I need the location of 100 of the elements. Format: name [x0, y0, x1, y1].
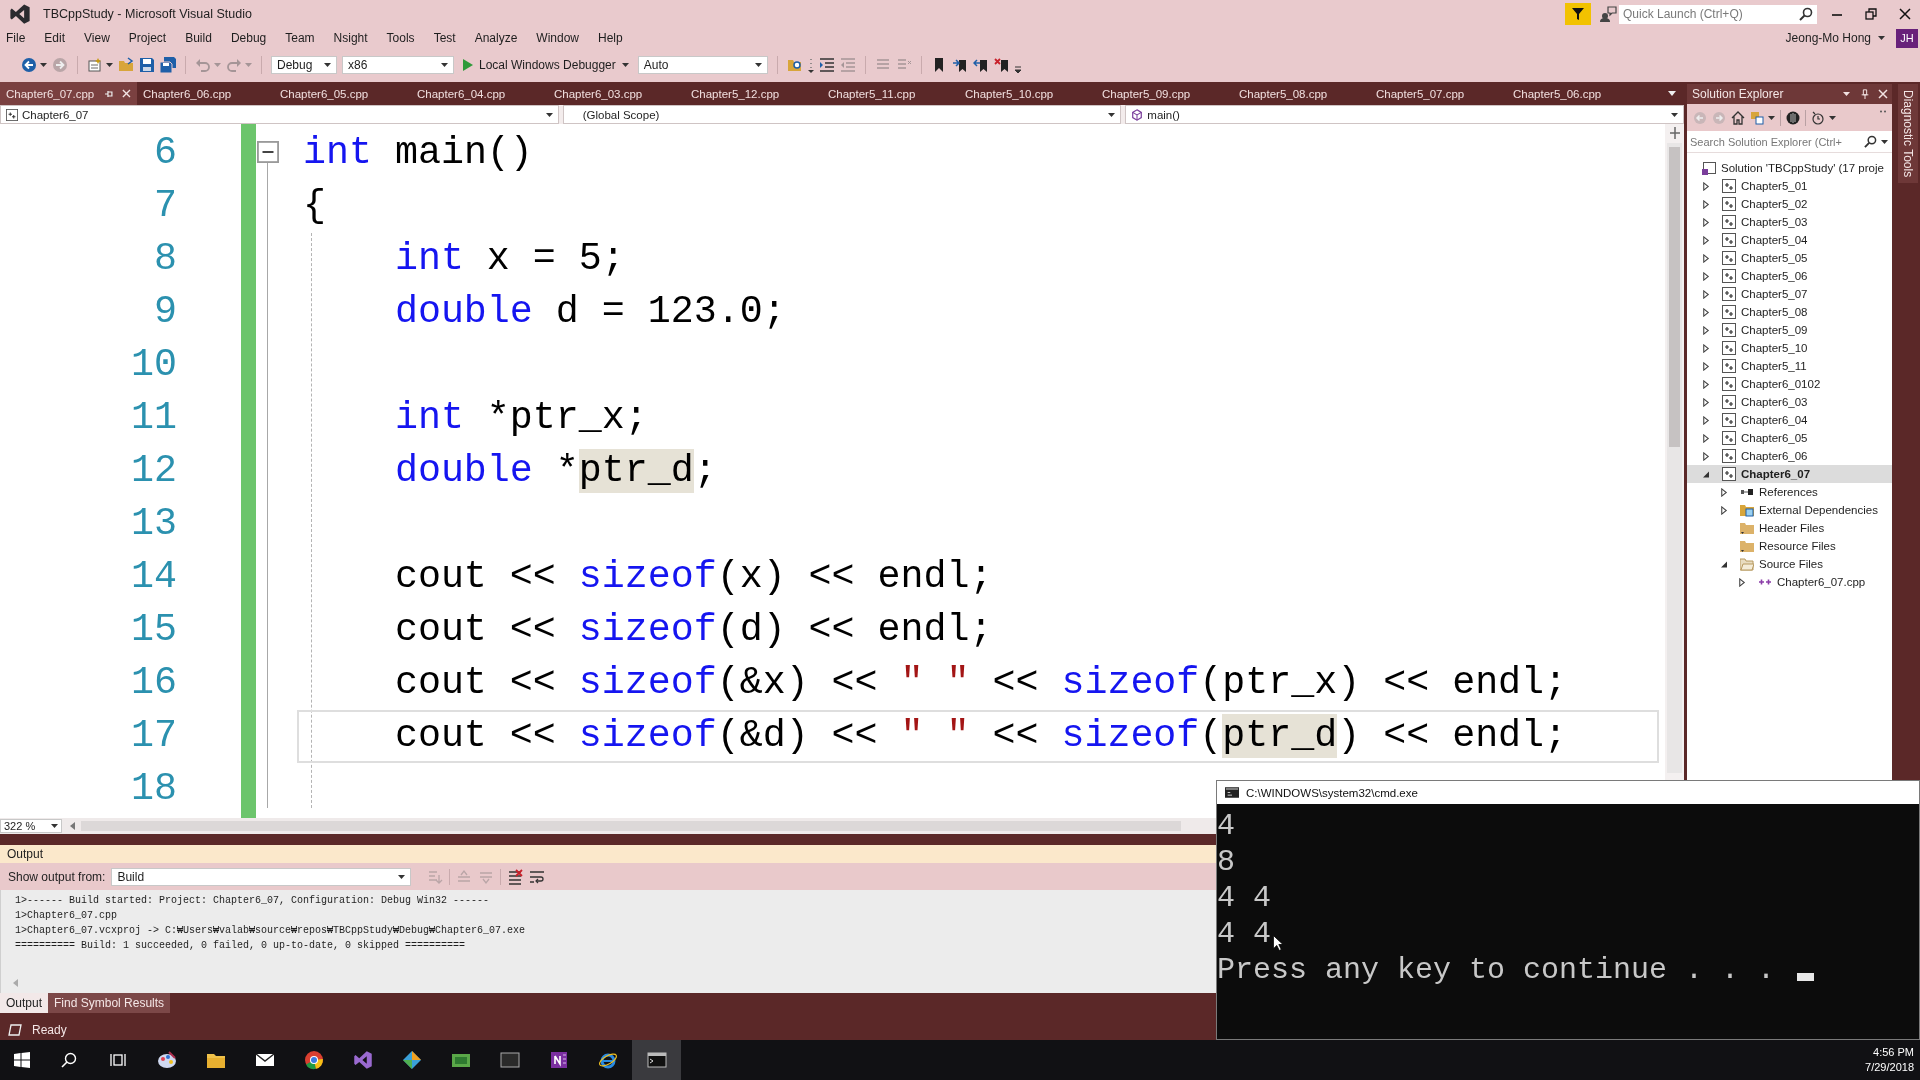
collapsed-arrow-icon[interactable] [1720, 487, 1728, 497]
collapsed-arrow-icon[interactable] [1702, 451, 1710, 461]
close-icon[interactable] [1899, 8, 1911, 20]
tree-item[interactable]: Chapter5_11 [1687, 357, 1892, 375]
caret-icon[interactable] [51, 824, 58, 828]
tree-item[interactable]: Chapter5_09 [1687, 321, 1892, 339]
output-source-dropdown[interactable]: Build [111, 867, 412, 886]
caret-icon[interactable] [398, 874, 406, 879]
menu-item[interactable]: Project [128, 31, 167, 45]
caret-icon[interactable] [754, 63, 762, 67]
tree-item[interactable]: Chapter5_10 [1687, 339, 1892, 357]
ribbon-logo-icon[interactable] [352, 1050, 373, 1070]
caret-icon[interactable] [1671, 112, 1678, 117]
terminal-icon[interactable] [646, 1050, 667, 1070]
panel-tab[interactable]: Output [0, 993, 49, 1013]
menu-item[interactable]: Nsight [333, 31, 368, 45]
indent-icon[interactable] [818, 57, 835, 73]
clock-icon[interactable] [1811, 110, 1825, 125]
tree-item[interactable]: Chapter6_07.cpp [1687, 573, 1892, 591]
task-view-icon[interactable] [109, 1052, 126, 1068]
caret-icon[interactable] [1108, 112, 1116, 117]
collapsed-arrow-icon[interactable] [1702, 181, 1710, 191]
notebook-icon[interactable] [548, 1050, 569, 1070]
feedback-icon[interactable] [1599, 6, 1617, 22]
menu-item[interactable]: File [6, 31, 26, 45]
collapsed-arrow-icon[interactable] [1702, 199, 1710, 209]
panel-tab[interactable]: Find Symbol Results [48, 993, 171, 1013]
tree-item[interactable]: Chapter5_02 [1687, 195, 1892, 213]
switch-views-icon[interactable] [1750, 110, 1764, 125]
caret-icon[interactable] [324, 63, 331, 67]
menu-item[interactable]: Test [433, 31, 456, 45]
tree-item[interactable]: Chapter5_08 [1687, 303, 1892, 321]
menu-item[interactable]: Team [285, 31, 315, 45]
menu-item[interactable]: Debug [230, 31, 267, 45]
project-dropdown[interactable]: Chapter6_07 [0, 105, 559, 124]
document-tab[interactable]: Chapter5_12.cpp [685, 82, 822, 105]
collapsed-arrow-icon[interactable] [1702, 361, 1710, 371]
collapsed-arrow-icon[interactable] [1702, 379, 1710, 389]
collapsed-arrow-icon[interactable] [1702, 235, 1710, 245]
monitor-icon[interactable] [499, 1050, 520, 1070]
taskbar-button[interactable] [632, 1040, 681, 1080]
find-in-files-icon[interactable] [786, 57, 803, 73]
tree-item[interactable]: Chapter5_03 [1687, 213, 1892, 231]
start-debugging-button[interactable]: Local Windows Debugger [459, 55, 633, 75]
caret-icon[interactable] [441, 63, 448, 67]
overflow-icon[interactable] [807, 57, 814, 73]
collapsed-arrow-icon[interactable] [1702, 289, 1710, 299]
tree-item[interactable]: Solution 'TBCppStudy' (17 proje [1687, 159, 1892, 177]
expanded-arrow-icon[interactable] [1702, 469, 1710, 479]
menu-item[interactable]: Edit [44, 31, 66, 45]
document-tab[interactable]: Chapter6_04.cpp [411, 82, 548, 105]
tree-item[interactable]: Chapter5_06 [1687, 267, 1892, 285]
funnel-icon[interactable] [1565, 3, 1591, 25]
orbit-logo-icon[interactable] [597, 1050, 618, 1070]
menu-item[interactable]: Help [598, 31, 623, 45]
member-dropdown[interactable]: main() [1125, 105, 1684, 124]
document-tab[interactable]: Chapter6_06.cpp [137, 82, 274, 105]
next-bookmark-icon[interactable] [951, 57, 968, 73]
tree-item[interactable]: Chapter6_07 [1687, 465, 1892, 483]
caret-icon[interactable] [40, 63, 47, 67]
tree-item[interactable]: Header Files [1687, 519, 1892, 537]
user-name[interactable]: Jeong-Mo Hong [1785, 31, 1871, 45]
caret-icon[interactable] [1843, 92, 1850, 96]
tree-item[interactable]: Source Files [1687, 555, 1892, 573]
round-logo-icon[interactable] [303, 1050, 324, 1070]
collapsed-arrow-icon[interactable] [1702, 343, 1710, 353]
split-icon[interactable] [1668, 127, 1681, 139]
tree-item[interactable]: Chapter5_01 [1687, 177, 1892, 195]
document-tab[interactable]: Chapter5_06.cpp [1507, 82, 1644, 105]
clear-bookmarks-icon[interactable] [993, 57, 1010, 73]
document-tab[interactable]: Chapter6_05.cpp [274, 82, 411, 105]
mode-dropdown[interactable]: Auto [637, 56, 768, 74]
collapsed-arrow-icon[interactable] [1702, 325, 1710, 335]
caret-icon[interactable] [1878, 36, 1885, 40]
menu-item[interactable]: Window [536, 31, 580, 45]
platform-dropdown[interactable]: x86 [342, 56, 454, 74]
document-tab[interactable]: Chapter5_11.cpp [822, 82, 959, 105]
caret-icon[interactable] [1768, 115, 1775, 120]
account-initials[interactable]: JH [1896, 28, 1918, 48]
menu-item[interactable]: Build [185, 31, 212, 45]
tree-item[interactable]: Chapter5_04 [1687, 231, 1892, 249]
save-icon[interactable] [139, 57, 155, 73]
document-tab[interactable]: Chapter5_09.cpp [1096, 82, 1233, 105]
caret-icon[interactable] [1881, 139, 1888, 144]
search-icon[interactable] [1799, 7, 1813, 21]
scope-dropdown[interactable]: (Global Scope) [562, 105, 1122, 124]
tree-item[interactable]: Chapter6_03 [1687, 393, 1892, 411]
document-tab[interactable]: Chapter5_08.cpp [1233, 82, 1370, 105]
menu-item[interactable]: Tools [386, 31, 415, 45]
search-icon[interactable] [60, 1052, 77, 1068]
tree-item[interactable]: Chapter6_0102 [1687, 375, 1892, 393]
diamond-icon[interactable] [401, 1050, 422, 1070]
collapse-icon[interactable] [256, 141, 279, 163]
palette-icon[interactable] [156, 1050, 177, 1070]
word-wrap-icon[interactable] [529, 868, 546, 885]
collapsed-arrow-icon[interactable] [1702, 271, 1710, 281]
caret-icon[interactable] [106, 63, 113, 67]
tree-item[interactable]: External Dependencies [1687, 501, 1892, 519]
quick-launch-field[interactable]: Quick Launch (Ctrl+Q) [1619, 4, 1817, 24]
pin-icon[interactable] [104, 88, 115, 99]
